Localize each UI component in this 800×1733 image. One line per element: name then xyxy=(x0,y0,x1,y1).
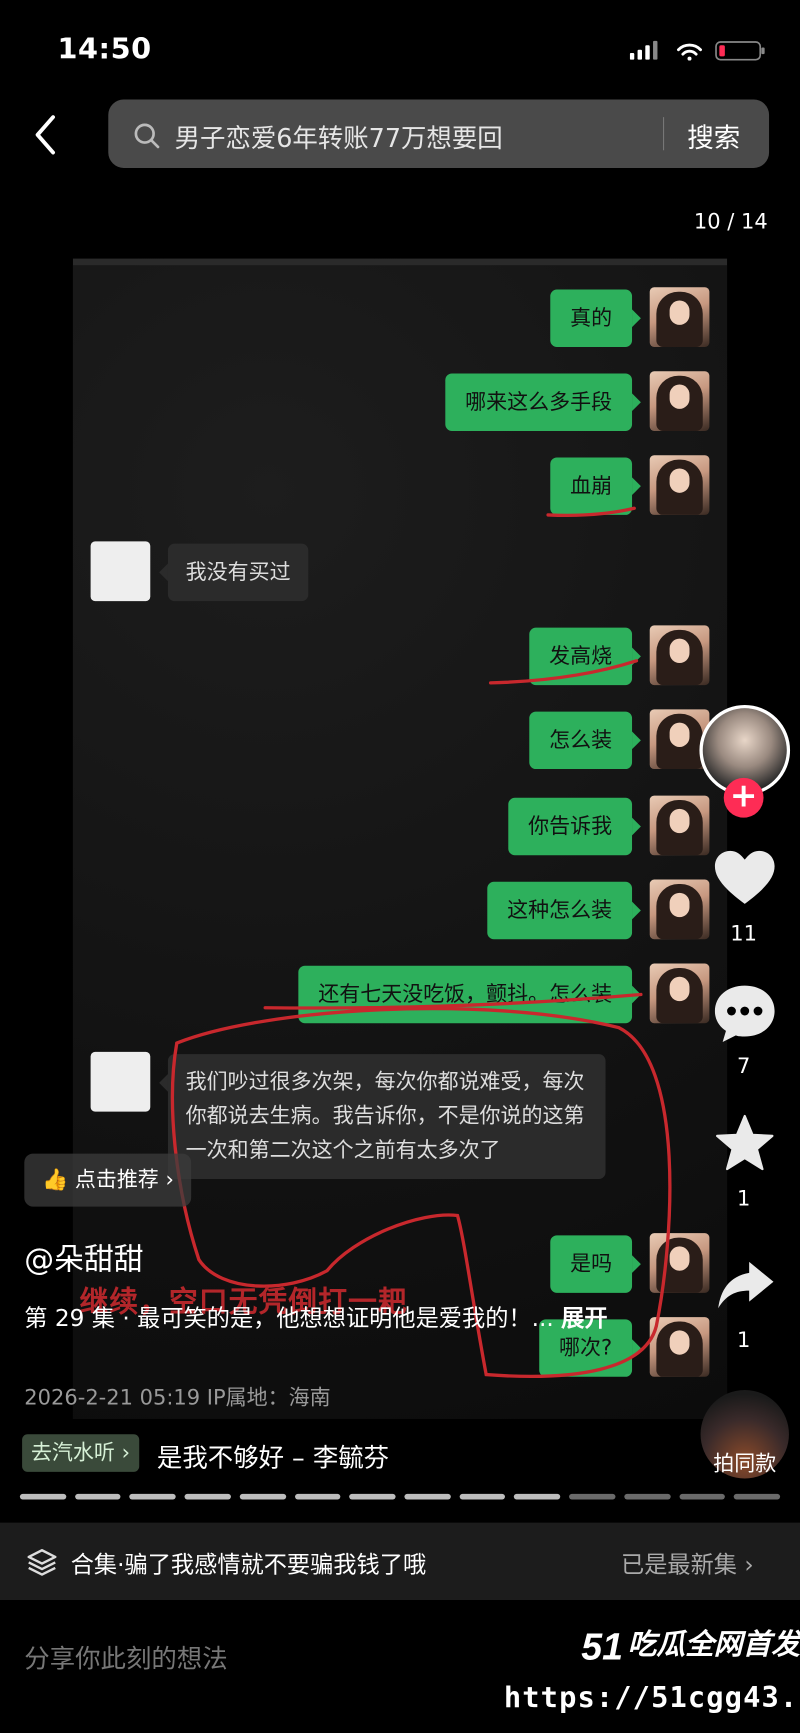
collection-bar[interactable]: 合集·骗了我感情就不要骗我钱了哦 已是最新集 › xyxy=(0,1522,800,1600)
author-name[interactable]: @朵甜甜 xyxy=(24,1235,143,1278)
chevron-right-icon: › xyxy=(165,1167,174,1193)
heart-icon[interactable] xyxy=(713,849,777,909)
same-style-label[interactable]: 拍同款 xyxy=(701,1448,789,1478)
star-icon[interactable] xyxy=(714,1114,776,1174)
watermark-url: https://51cgg43.com xyxy=(503,1681,800,1715)
red-annotation-strokes xyxy=(170,506,672,1378)
post-meta: 2026-2-21 05:19 IP属地：海南 xyxy=(24,1385,331,1410)
video-description: 第 29 集 · 最可笑的是，他想想证明他是爱我的！... 展开 xyxy=(24,1302,621,1336)
follow-plus-button[interactable]: + xyxy=(723,777,764,818)
image-progress xyxy=(19,1493,781,1500)
watermark-logo-icon: 51 xyxy=(581,1626,623,1668)
description-text: 第 29 集 · 最可笑的是，他想想证明他是爱我的！... xyxy=(24,1304,554,1332)
collection-title: 合集·骗了我感情就不要骗我钱了哦 xyxy=(70,1551,427,1578)
collection-status: 已是最新集 › xyxy=(620,1551,754,1578)
comment-input[interactable]: 分享你此刻的想法 xyxy=(24,1638,227,1676)
comment-icon[interactable] xyxy=(712,981,778,1045)
music-app-tag[interactable]: 去汽水听 › xyxy=(22,1434,139,1472)
share-icon[interactable] xyxy=(716,1257,776,1312)
recommend-button[interactable]: 👍 点击推荐 › xyxy=(24,1153,192,1207)
svg-text:51: 51 xyxy=(581,1626,623,1668)
layers-icon xyxy=(27,1549,57,1576)
watermark-text: 吃瓜全网首发 xyxy=(627,1628,800,1662)
music-app-label: 去汽水听 xyxy=(30,1440,115,1466)
expand-link[interactable]: 展开 xyxy=(561,1305,607,1332)
share-count: 1 xyxy=(736,1328,751,1353)
music-title[interactable]: 是我不够好 – 李毓芬 xyxy=(157,1436,389,1474)
comment-count: 7 xyxy=(736,1054,751,1079)
like-count: 11 xyxy=(730,921,758,946)
recommend-label: 点击推荐 xyxy=(74,1167,159,1193)
favorite-count: 1 xyxy=(736,1186,751,1212)
thumbs-up-icon: 👍 xyxy=(41,1167,69,1193)
